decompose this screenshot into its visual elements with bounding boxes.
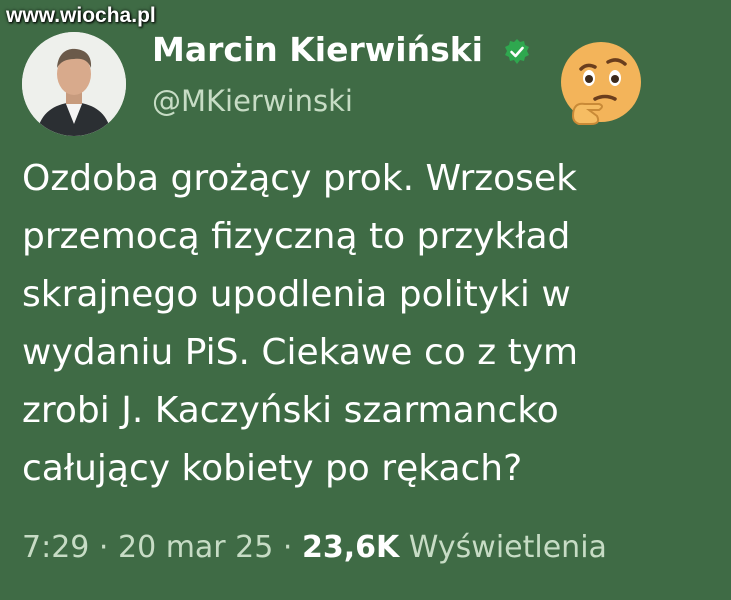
meta-separator: · xyxy=(89,530,118,565)
author-handle[interactable]: @MKierwinski xyxy=(152,84,353,118)
tweet-time[interactable]: 7:29 xyxy=(22,530,89,565)
author-name[interactable]: Marcin Kierwiński xyxy=(152,30,483,69)
views-count[interactable]: 23,6K xyxy=(302,530,399,565)
tweet-line: skrajnego upodlenia polityki w xyxy=(22,274,571,315)
tweet-text: Ozdoba grożący prok. Wrzosek przemocą fi… xyxy=(22,150,722,498)
person-photo-icon xyxy=(22,32,126,136)
tweet-date[interactable]: 20 mar 25 xyxy=(118,530,273,565)
avatar[interactable] xyxy=(22,32,126,136)
verified-badge-icon xyxy=(505,39,529,64)
tweet-line: całujący kobiety po rękach? xyxy=(22,448,523,489)
thinking-face-emoji-icon xyxy=(561,42,641,125)
tweet-line: zrobi J. Kaczyński szarmancko xyxy=(22,390,559,431)
views-label[interactable]: Wyświetlenia xyxy=(409,530,607,565)
tweet-meta: 7:29 · 20 mar 25 · 23,6K Wyświetlenia xyxy=(22,530,607,565)
tweet-line: przemocą fizyczną to przykład xyxy=(22,216,571,257)
meta-separator: · xyxy=(273,530,302,565)
tweet-line: Ozdoba grożący prok. Wrzosek xyxy=(22,158,577,199)
watermark: www.wiocha.pl xyxy=(6,4,156,27)
tweet-line: wydaniu PiS. Ciekawe co z tym xyxy=(22,332,579,373)
